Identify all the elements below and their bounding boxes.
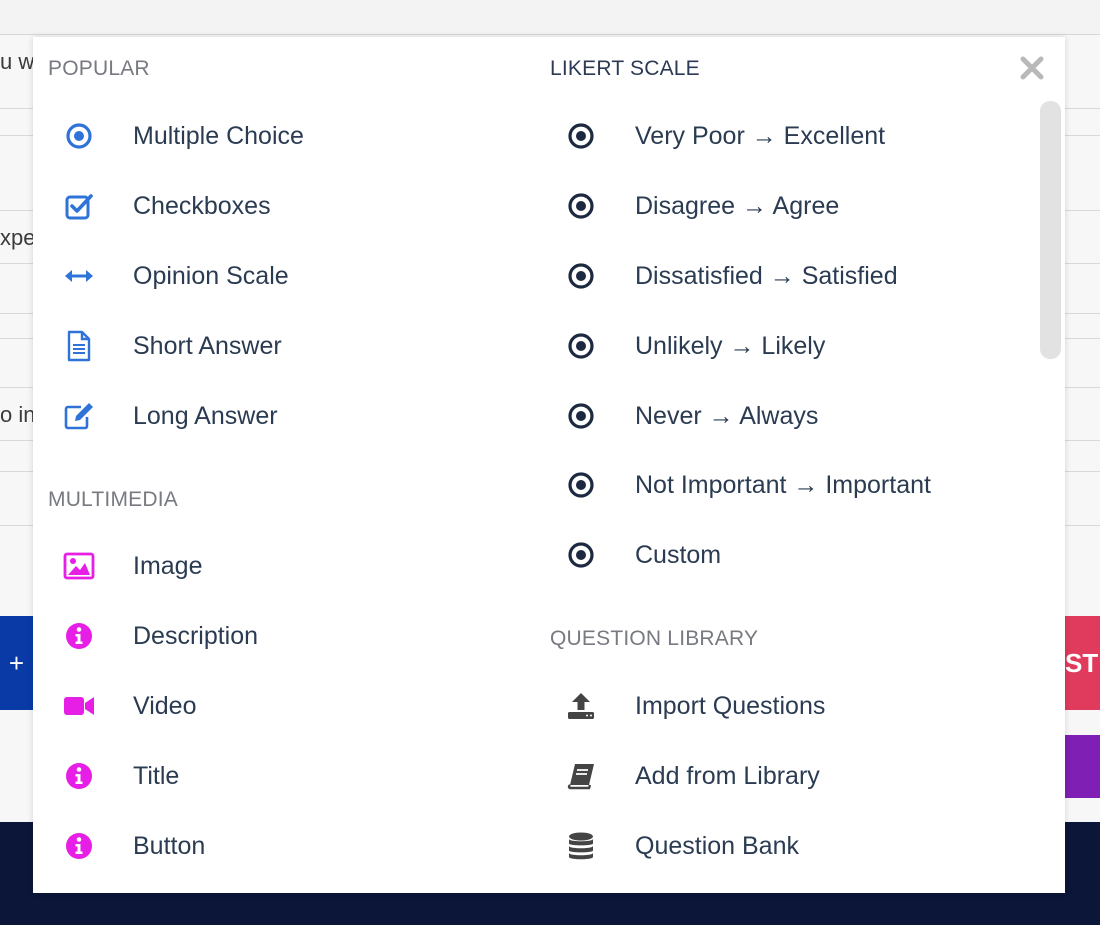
background-secondary-button[interactable] [1065,735,1100,798]
image-icon [62,549,96,583]
background-action-button[interactable]: STI [1065,616,1100,710]
item-label: Never → Always [635,401,819,430]
document-icon [62,329,96,363]
item-label: Disagree → Agree [635,191,840,220]
item-title[interactable]: Title [62,756,179,796]
radio-dot-icon [564,189,598,223]
item-label: Checkboxes [133,191,271,220]
item-likert-very-poor-excellent[interactable]: Very Poor → Excellent [564,116,885,156]
checkbox-icon [62,189,96,223]
item-label: Button [133,831,206,860]
item-label: Long Answer [133,401,278,430]
item-opinion-scale[interactable]: Opinion Scale [62,256,289,296]
item-multiple-choice[interactable]: Multiple Choice [62,116,304,156]
item-label: Unlikely → Likely [635,331,826,360]
item-label: Image [133,551,203,580]
item-short-answer[interactable]: Short Answer [62,326,282,366]
item-add-from-library[interactable]: Add from Library [564,756,820,796]
item-likert-dissatisfied-satisfied[interactable]: Dissatisfied → Satisfied [564,256,898,296]
radio-dot-icon [564,538,598,572]
radio-dot-icon [62,119,96,153]
item-image[interactable]: Image [62,546,202,586]
item-import-questions[interactable]: Import Questions [564,686,825,726]
item-label: Import Questions [635,691,826,720]
upload-icon [564,689,598,723]
item-likert-disagree-agree[interactable]: Disagree → Agree [564,186,839,226]
background-text: xpe [0,225,36,250]
item-label: Opinion Scale [133,261,289,290]
item-long-answer[interactable]: Long Answer [62,396,278,436]
item-likert-custom[interactable]: Custom [564,535,721,575]
item-checkboxes[interactable]: Checkboxes [62,186,271,226]
radio-dot-icon [564,259,598,293]
background-top-bar [0,0,1100,35]
background-text: o in [0,402,36,427]
item-label: Description [133,621,259,650]
section-title-popular: POPULAR [48,57,150,80]
item-likert-not-important-important[interactable]: Not Important → Important [564,465,931,505]
radio-dot-icon [564,329,598,363]
item-label: Add from Library [635,761,820,790]
radio-dot-icon [564,468,598,502]
item-question-bank[interactable]: Question Bank [564,826,799,866]
close-button[interactable] [1019,55,1045,81]
info-icon [62,619,96,653]
book-icon [564,759,598,793]
item-likert-never-always[interactable]: Never → Always [564,396,818,436]
scrollbar-thumb[interactable] [1040,101,1061,359]
question-type-modal: POPULAR Multiple Choice Checkboxes Opini… [33,37,1065,893]
radio-dot-icon [564,399,598,433]
edit-icon [62,399,96,433]
double-arrow-icon [62,259,96,293]
info-icon [62,829,96,863]
radio-dot-icon [564,119,598,153]
item-label: Multiple Choice [133,121,304,150]
background-add-button[interactable]: + [0,616,33,710]
item-label: Short Answer [133,331,282,360]
item-label: Video [133,691,197,720]
item-description[interactable]: Description [62,616,258,656]
item-button[interactable]: Button [62,826,205,866]
close-icon [1020,56,1044,80]
item-label: Question Bank [635,831,799,860]
database-icon [564,829,598,863]
background-text: u w [0,49,35,74]
item-label: Not Important → Important [635,470,931,499]
section-title-question-library: QUESTION LIBRARY [550,627,759,650]
info-icon [62,759,96,793]
item-likert-unlikely-likely[interactable]: Unlikely → Likely [564,326,825,366]
item-video[interactable]: Video [62,686,197,726]
video-camera-icon [62,689,96,723]
section-title-multimedia: MULTIMEDIA [48,488,178,511]
item-label: Very Poor → Excellent [635,121,886,150]
item-label: Dissatisfied → Satisfied [635,261,898,290]
item-label: Custom [635,540,722,569]
section-title-likert-scale: LIKERT SCALE [550,57,700,80]
item-label: Title [133,761,180,790]
